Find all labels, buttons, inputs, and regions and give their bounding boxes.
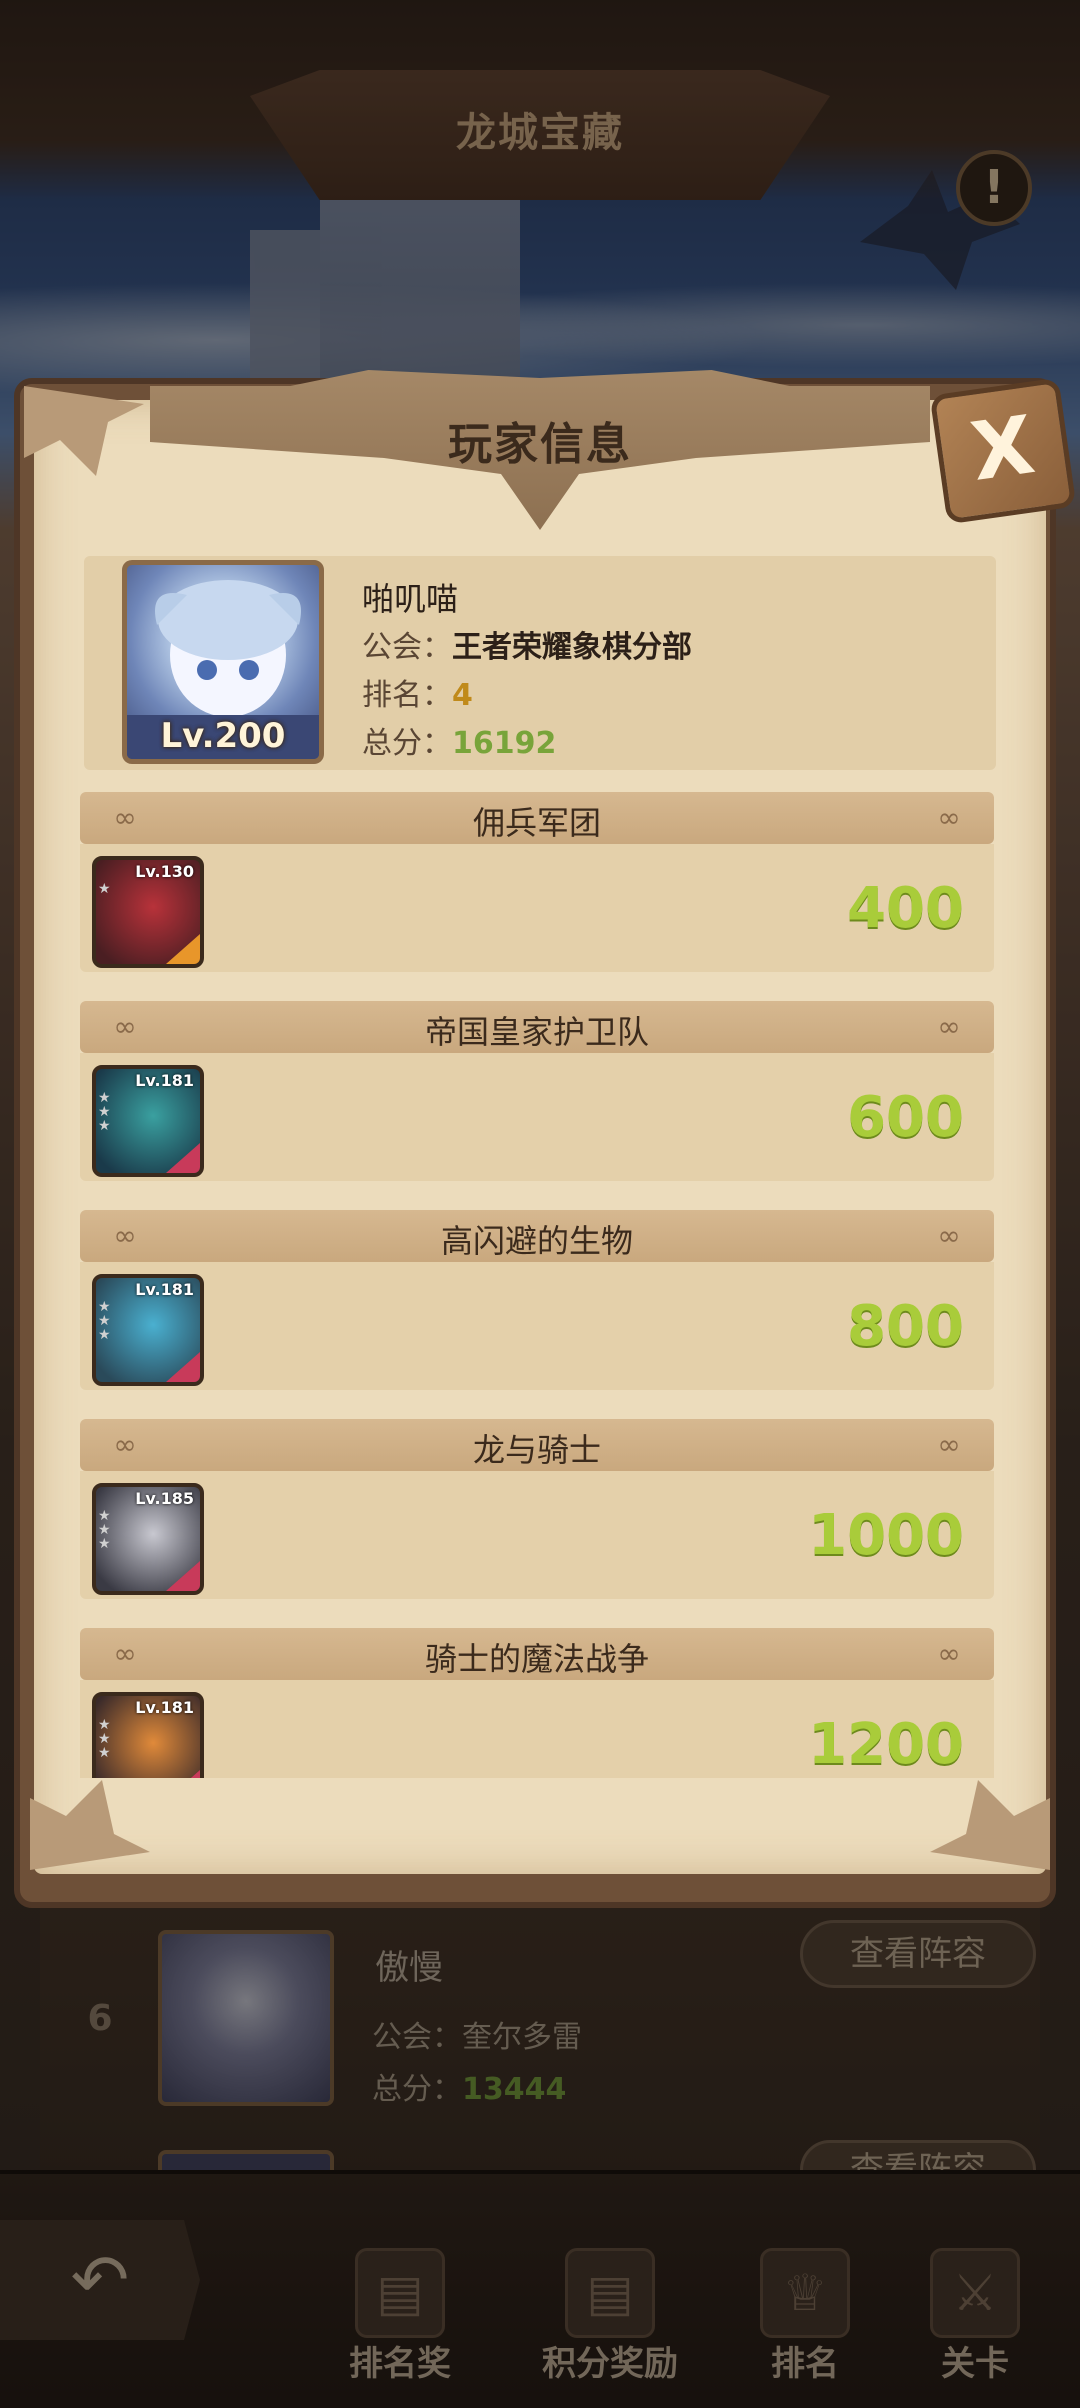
star-icon: ★ xyxy=(98,881,111,897)
player-level: Lv.200 xyxy=(160,716,286,756)
hero-level: Lv.185 xyxy=(135,1489,194,1508)
team-score: 400 xyxy=(847,876,964,941)
player-score-line: 总分：16192 xyxy=(362,718,556,762)
team-score: 800 xyxy=(847,1294,964,1359)
star-icon: ★ ★ ★ xyxy=(98,1090,111,1134)
team-section: ∞ ∞ 骑士的魔法战争 ★ ★ ★ Lv.181 1200 xyxy=(80,1628,994,1778)
player-name: 啪叽喵 xyxy=(362,580,459,618)
team-name: 龙与骑士 xyxy=(472,1431,601,1469)
hero-icon[interactable]: ★ ★ ★ Lv.181 xyxy=(92,1274,204,1386)
rank-value: 4 xyxy=(452,678,473,713)
hero-rarity-stripe xyxy=(166,1770,200,1778)
hero-level: Lv.130 xyxy=(135,862,194,881)
hero-rarity-stripe xyxy=(166,1352,200,1382)
hero-icon[interactable]: ★ ★ ★ Lv.181 xyxy=(92,1692,204,1778)
star-icon: ★ ★ ★ xyxy=(98,1508,111,1552)
hero-rarity-stripe xyxy=(166,1561,200,1591)
score-label: 总分： xyxy=(362,726,452,761)
team-name: 骑士的魔法战争 xyxy=(424,1640,649,1678)
hero-icon[interactable]: ★ ★ ★ Lv.185 xyxy=(92,1483,204,1595)
team-name: 佣兵军团 xyxy=(472,804,601,842)
star-icon: ★ ★ ★ xyxy=(98,1299,111,1343)
guild-value: 王者荣耀象棋分部 xyxy=(452,630,692,665)
hero-rarity-stripe xyxy=(166,1143,200,1173)
guild-label: 公会： xyxy=(362,630,452,665)
hero-rarity-stripe xyxy=(166,934,200,964)
team-score: 600 xyxy=(847,1085,964,1150)
player-rank-line: 排名：4 xyxy=(362,670,473,714)
modal-title: 玩家信息 xyxy=(448,419,632,470)
close-button[interactable]: X xyxy=(929,377,1077,525)
team-score: 1200 xyxy=(808,1712,964,1777)
team-score: 1000 xyxy=(808,1503,964,1568)
team-section: ∞ ∞ 龙与骑士 ★ ★ ★ Lv.185 1000 xyxy=(80,1419,994,1609)
team-section: ∞ ∞ 佣兵军团 ★ Lv.130 400 xyxy=(80,792,994,982)
hero-level: Lv.181 xyxy=(135,1698,194,1717)
team-section: ∞ ∞ 高闪避的生物 ★ ★ ★ Lv.181 800 xyxy=(80,1210,994,1400)
hero-level: Lv.181 xyxy=(135,1280,194,1299)
hero-level: Lv.181 xyxy=(135,1071,194,1090)
rank-label: 排名： xyxy=(362,678,452,713)
score-value: 16192 xyxy=(452,726,557,761)
team-name: 帝国皇家护卫队 xyxy=(424,1013,649,1051)
player-guild-line: 公会：王者荣耀象棋分部 xyxy=(362,622,692,666)
team-name: 高闪避的生物 xyxy=(440,1222,633,1260)
team-section: ∞ ∞ 帝国皇家护卫队 ★ ★ ★ Lv.181 600 xyxy=(80,1001,994,1191)
star-icon: ★ ★ ★ xyxy=(98,1717,111,1761)
hero-icon[interactable]: ★ Lv.130 xyxy=(92,856,204,968)
hero-icon[interactable]: ★ ★ ★ Lv.181 xyxy=(92,1065,204,1177)
